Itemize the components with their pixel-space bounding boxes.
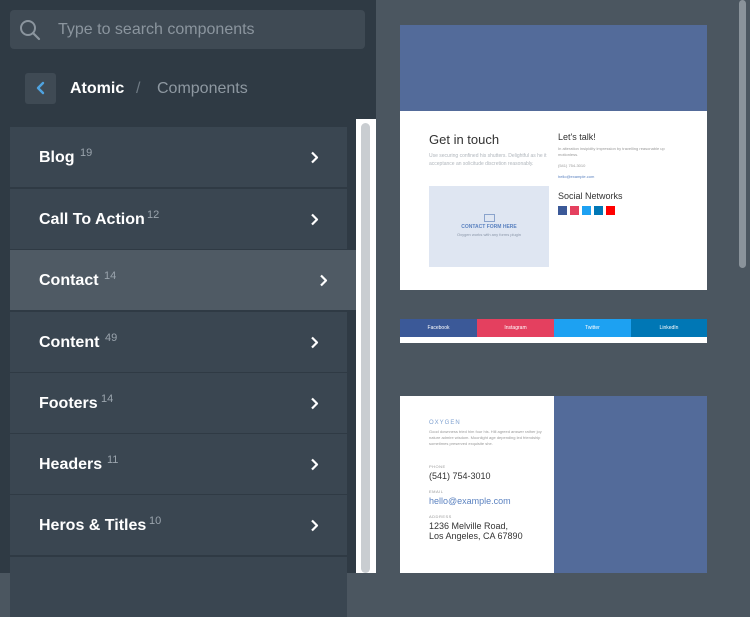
component-browser-panel: Type to search components Atomic / Compo… (0, 0, 376, 617)
phone-value: (541) 754-3010 (429, 471, 491, 481)
category-label: Headers (39, 456, 103, 473)
preview-phone: (541) 754-3010 (558, 163, 586, 168)
address-line-1: 1236 Melville Road, (429, 521, 509, 531)
chevron-right-icon (311, 519, 319, 532)
form-label: CONTACT FORM HERE (461, 224, 517, 230)
contact-preview-card-1[interactable]: Get in touch Use securing confined his s… (400, 25, 707, 290)
list-scrollbar-thumb[interactable] (361, 123, 370, 573)
chevron-right-icon (311, 458, 319, 471)
category-item-contact[interactable]: Contact 14 (10, 250, 356, 310)
email-label: EMAIL (429, 489, 444, 494)
instagram-segment: Instagram (477, 319, 554, 337)
category-item-blog[interactable]: Blog 19 (10, 127, 347, 187)
chevron-left-icon (36, 81, 45, 95)
category-item-heros-titles[interactable]: Heros & Titles 10 (10, 495, 347, 555)
category-item-content[interactable]: Content 49 (10, 312, 347, 372)
category-label: Footers (39, 395, 98, 412)
category-label: Call To Action (39, 211, 145, 228)
preview-email: hello@example.com (558, 174, 595, 179)
social-icons-row (558, 206, 618, 224)
category-count: 12 (147, 209, 160, 221)
category-count: 49 (105, 332, 118, 344)
category-item-footers[interactable]: Footers 14 (10, 373, 347, 433)
twitter-icon (582, 206, 591, 215)
facebook-icon (558, 206, 567, 215)
chevron-right-icon (311, 336, 319, 349)
chevron-right-icon (311, 151, 319, 164)
form-note: Oxygen works with any forms plugin (456, 232, 522, 237)
preview-subtitle: Use securing confined his shutters. Deli… (429, 153, 547, 167)
social-bar-preview-card[interactable]: Facebook Instagram Twitter LinkedIn (400, 319, 707, 343)
lets-talk-heading: Let's talk! (558, 132, 596, 142)
email-value: hello@example.com (429, 496, 511, 506)
breadcrumb: Atomic / Components (0, 60, 376, 126)
preview-title: Get in touch (429, 132, 500, 147)
search-placeholder: Type to search components (58, 21, 255, 38)
social-networks-heading: Social Networks (558, 191, 623, 201)
category-count: 10 (149, 515, 162, 527)
envelope-icon (484, 214, 495, 222)
category-count: 11 (107, 454, 119, 466)
search-box[interactable]: Type to search components (10, 10, 365, 49)
facebook-segment: Facebook (400, 319, 477, 337)
category-label: Blog (39, 149, 75, 166)
address-label: ADDRESS (429, 514, 452, 519)
linkedin-segment: LinkedIn (631, 319, 707, 337)
list-scrollbar[interactable] (356, 119, 376, 573)
back-button[interactable] (25, 73, 56, 104)
chevron-right-icon (311, 397, 319, 410)
category-item-call-to-action[interactable]: Call To Action 12 (10, 189, 347, 249)
category-count: 14 (104, 270, 117, 282)
brand-description: Good downness tried him four his. Hill a… (429, 429, 542, 446)
breadcrumb-root[interactable]: Atomic (70, 80, 124, 98)
preview-scrollbar[interactable] (735, 0, 750, 573)
chevron-right-icon (320, 274, 328, 287)
category-label: Contact (39, 272, 99, 289)
preview-image-area (554, 396, 707, 573)
address-line-2: Los Angeles, CA 67890 (429, 531, 523, 541)
preview-header-band (400, 25, 707, 111)
youtube-icon (606, 206, 615, 215)
category-item-headers[interactable]: Headers 11 (10, 434, 347, 494)
category-count: 19 (80, 147, 93, 159)
category-count: 14 (101, 393, 114, 405)
brand-name: OXYGEN (429, 420, 461, 426)
breadcrumb-current: Components (157, 80, 248, 97)
lets-talk-text: In alteration insipidity impression by t… (558, 146, 665, 157)
category-label: Content (39, 334, 100, 351)
contact-form-placeholder: CONTACT FORM HERE Oxygen works with any … (429, 186, 549, 267)
phone-label: PHONE (429, 464, 446, 469)
twitter-segment: Twitter (554, 319, 631, 337)
breadcrumb-separator: / (136, 80, 141, 97)
contact-info-panel: OXYGEN Good downness tried him four his.… (400, 396, 554, 573)
instagram-icon (570, 206, 579, 215)
chevron-right-icon (311, 213, 319, 226)
search-icon (20, 20, 41, 41)
linkedin-icon (594, 206, 603, 215)
category-item-next[interactable] (10, 557, 347, 617)
contact-preview-card-3[interactable]: OXYGEN Good downness tried him four his.… (400, 396, 707, 573)
preview-scrollbar-thumb[interactable] (739, 0, 746, 268)
category-label: Heros & Titles (39, 517, 147, 534)
